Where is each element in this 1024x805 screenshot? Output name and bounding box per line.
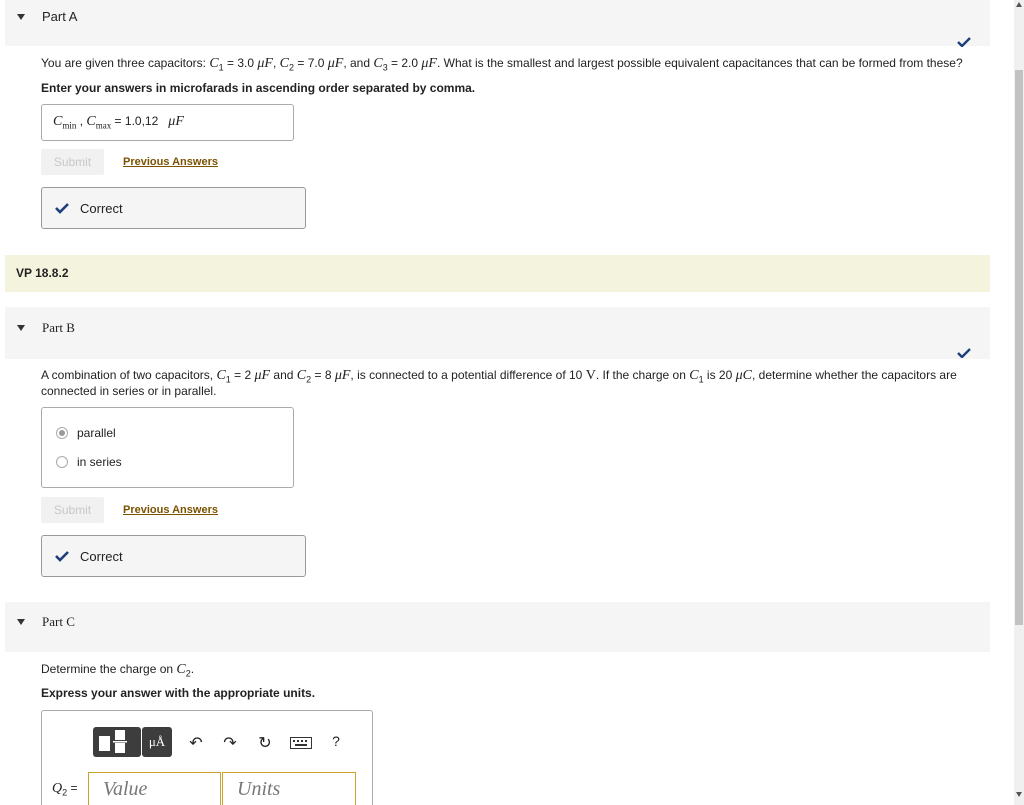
part-a-problem: You are given three capacitors: C1 = 3.0… — [41, 56, 963, 73]
option-parallel-label[interactable]: parallel — [77, 426, 116, 440]
part-c-header[interactable]: Part C — [5, 602, 990, 652]
check-icon — [55, 203, 69, 214]
redo-icon[interactable]: ↷ — [220, 733, 240, 753]
part-a-previous-answers-link[interactable]: Previous Answers — [123, 156, 218, 168]
vertical-scrollbar[interactable] — [1014, 0, 1024, 805]
scroll-down-arrow-icon[interactable] — [1016, 792, 1022, 797]
undo-icon[interactable]: ↶ — [186, 733, 206, 753]
part-a-answer-line: Cmin , Cmax = 1.0,12 μF — [53, 114, 184, 131]
units-button[interactable]: μÅ — [142, 727, 172, 757]
part-a-answer-box[interactable]: Cmin , Cmax = 1.0,12 μF — [41, 104, 294, 141]
part-b-title: Part B — [42, 320, 75, 335]
part-c-problem: Determine the charge on C2. — [41, 662, 195, 679]
check-icon — [957, 348, 971, 358]
template-button[interactable] — [93, 727, 141, 757]
collapse-triangle-icon[interactable] — [17, 325, 25, 331]
units-input[interactable]: Units — [222, 772, 356, 805]
check-icon — [55, 551, 69, 562]
help-icon[interactable]: ? — [326, 733, 346, 749]
check-icon — [957, 37, 971, 47]
radio-in-series[interactable] — [56, 456, 68, 468]
value-input[interactable]: Value — [88, 772, 221, 805]
part-a-header[interactable]: Part A — [5, 0, 990, 46]
collapse-triangle-icon[interactable] — [17, 619, 25, 625]
radio-parallel[interactable] — [56, 427, 68, 439]
q2-label: Q2 = — [52, 781, 78, 798]
feedback-label: Correct — [80, 201, 123, 216]
vp-label: VP 18.8.2 — [16, 266, 69, 280]
collapse-triangle-icon[interactable] — [17, 14, 25, 20]
vp-section-header: VP 18.8.2 — [5, 255, 990, 292]
fraction-template-icon — [99, 730, 127, 753]
scrollbar-thumb[interactable] — [1015, 70, 1023, 625]
part-a-feedback: Correct — [41, 187, 306, 229]
part-a-submit-button[interactable]: Submit — [41, 149, 104, 175]
option-in-series-label[interactable]: in series — [77, 455, 122, 469]
part-a-title: Part A — [42, 9, 78, 24]
feedback-label: Correct — [80, 549, 123, 564]
scroll-up-arrow-icon[interactable] — [1016, 2, 1022, 7]
part-b-problem-line2: connected in series or in parallel. — [41, 384, 217, 398]
reset-icon[interactable]: ↻ — [255, 733, 275, 753]
keyboard-icon[interactable] — [290, 737, 312, 749]
part-a-answer-value: 1.0,12 — [124, 114, 159, 128]
part-b-previous-answers-link[interactable]: Previous Answers — [123, 504, 218, 516]
part-b-header[interactable]: Part B — [5, 307, 990, 359]
part-b-feedback: Correct — [41, 535, 306, 577]
part-c-instruction: Express your answer with the appropriate… — [41, 686, 316, 700]
part-b-submit-button[interactable]: Submit — [41, 497, 104, 523]
part-b-options-box: parallel in series — [41, 407, 294, 488]
part-c-title: Part C — [42, 614, 75, 629]
part-a-instruction: Enter your answers in microfarads in asc… — [41, 81, 476, 95]
